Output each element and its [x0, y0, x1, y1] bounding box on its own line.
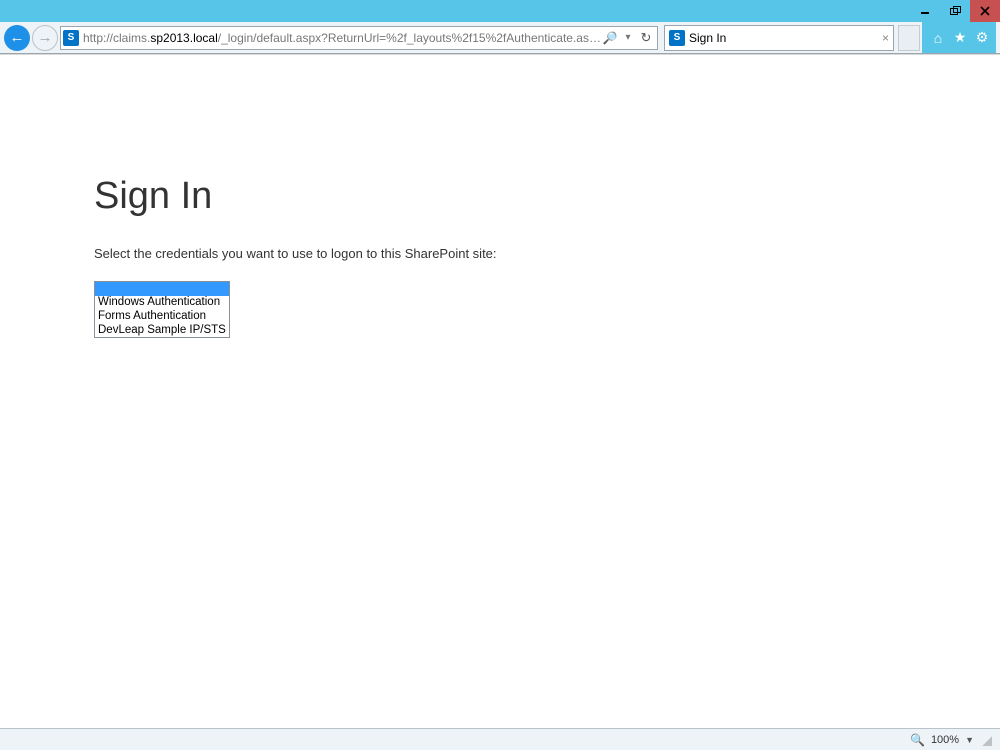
- auth-option-selected[interactable]: [95, 282, 229, 296]
- arrow-left-icon: ←: [10, 30, 25, 45]
- maximize-icon: [950, 6, 961, 16]
- auth-option-windows[interactable]: Windows Authentication: [95, 296, 229, 310]
- arrow-right-icon: →: [38, 30, 53, 45]
- page-title: Sign In: [94, 175, 1000, 218]
- refresh-icon[interactable]: ↻: [637, 30, 655, 46]
- search-split-icon[interactable]: ▾: [619, 32, 637, 43]
- sharepoint-favicon-icon: S: [63, 30, 79, 46]
- address-bar[interactable]: S http://claims.sp2013.local/_login/defa…: [60, 26, 658, 50]
- nav-forward-button[interactable]: →: [32, 25, 58, 51]
- window-titlebar: [0, 0, 1000, 22]
- minimize-icon: [920, 6, 930, 16]
- tab-title: Sign In: [689, 31, 878, 45]
- resize-grip-icon[interactable]: [980, 734, 992, 746]
- zoom-icon[interactable]: 🔍: [910, 733, 925, 747]
- home-icon[interactable]: ⌂: [930, 30, 946, 46]
- tools-icon[interactable]: ⚙: [974, 30, 990, 46]
- auth-option-devleap[interactable]: DevLeap Sample IP/STS: [95, 324, 229, 338]
- window-close-button[interactable]: [970, 0, 1000, 22]
- page-viewport: Sign In Select the credentials you want …: [0, 54, 1000, 728]
- zoom-level: 100%: [931, 734, 959, 746]
- auth-provider-select[interactable]: Windows Authentication Forms Authenticat…: [94, 281, 230, 338]
- status-bar: 🔍 100% ▼: [0, 728, 1000, 750]
- browser-command-bar: ⌂ ★ ⚙: [922, 22, 996, 53]
- browser-tab[interactable]: S Sign In ×: [664, 25, 894, 51]
- new-tab-button[interactable]: [898, 25, 920, 51]
- favorites-icon[interactable]: ★: [952, 30, 968, 46]
- window-maximize-button[interactable]: [940, 0, 970, 22]
- zoom-menu-caret-icon[interactable]: ▼: [965, 735, 974, 745]
- close-icon: [980, 6, 990, 16]
- sharepoint-favicon-icon: S: [669, 30, 685, 46]
- tab-close-icon[interactable]: ×: [882, 31, 889, 45]
- auth-option-forms[interactable]: Forms Authentication: [95, 310, 229, 324]
- search-icon[interactable]: 🔎: [601, 30, 619, 45]
- signin-prompt: Select the credentials you want to use t…: [94, 246, 1000, 261]
- address-url: http://claims.sp2013.local/_login/defaul…: [83, 31, 601, 45]
- nav-back-button[interactable]: ←: [4, 25, 30, 51]
- signin-form: Sign In Select the credentials you want …: [0, 55, 1000, 338]
- browser-toolbar: ← → S http://claims.sp2013.local/_login/…: [0, 22, 1000, 54]
- window-minimize-button[interactable]: [910, 0, 940, 22]
